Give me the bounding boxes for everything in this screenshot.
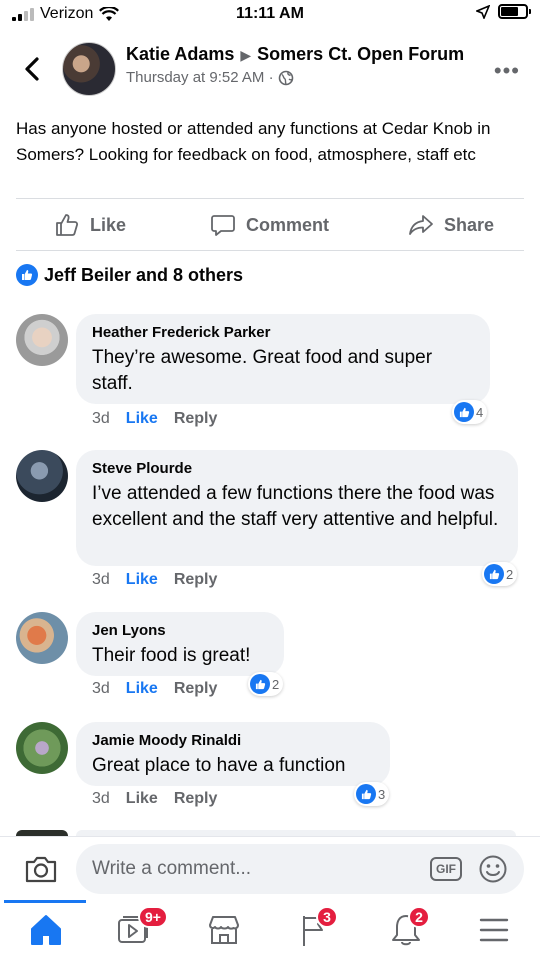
- globe-icon: [278, 70, 293, 85]
- reactions-text: Jeff Beiler and 8 others: [44, 264, 244, 285]
- notification-badge: 9+: [138, 906, 168, 928]
- comment-reaction-count[interactable]: 2: [482, 562, 518, 586]
- post-actions: Like Comment Share: [0, 206, 540, 246]
- comment-reply-link[interactable]: Reply: [174, 790, 218, 808]
- comment-age: 3d: [92, 680, 110, 697]
- comment-composer: GIF: [0, 836, 540, 900]
- post-header: Katie Adams ▶ Somers Ct. Open Forum Thursd…: [0, 36, 540, 102]
- reaction-count: 2: [506, 566, 514, 582]
- reaction-count: 4: [476, 404, 484, 420]
- commenter-avatar[interactable]: [16, 450, 68, 502]
- author-name[interactable]: Katie Adams: [126, 44, 234, 64]
- share-button[interactable]: Share: [408, 212, 494, 238]
- clock: 11:11 AM: [236, 5, 304, 22]
- group-name[interactable]: Somers Ct. Open Forum: [257, 44, 464, 64]
- triangle-right-icon: ▶: [240, 47, 252, 63]
- divider: [16, 250, 524, 251]
- location-arrow-icon: [476, 4, 490, 19]
- battery-icon: [498, 4, 531, 19]
- comment-age: 3d: [92, 410, 110, 427]
- comment-like-link[interactable]: Like: [126, 680, 158, 698]
- comment-like-link[interactable]: Like: [126, 410, 158, 428]
- commenter-avatar[interactable]: [16, 314, 68, 366]
- comment-like-link[interactable]: Like: [126, 571, 158, 589]
- bottom-tab-bar: 9+ 3 2: [0, 900, 540, 960]
- comment-button[interactable]: Comment: [210, 212, 329, 238]
- commenter-avatar[interactable]: [16, 722, 68, 774]
- comment-bubble: Jamie Moody Rinaldi Great place to have …: [76, 722, 390, 786]
- comment-reaction-count[interactable]: 3: [354, 782, 390, 806]
- comment-text: Great place to have a function: [92, 755, 346, 776]
- reactions-summary[interactable]: Jeff Beiler and 8 others: [16, 264, 243, 286]
- comment-age: 3d: [92, 571, 110, 588]
- like-reaction-icon: [356, 784, 376, 804]
- comment-bubble-icon: [211, 215, 235, 236]
- comment-reaction-count[interactable]: 4: [452, 400, 488, 424]
- camera-icon[interactable]: [24, 853, 58, 885]
- comment-like-link[interactable]: Like: [126, 790, 158, 808]
- more-options-icon[interactable]: •••: [494, 58, 520, 84]
- back-arrow-icon[interactable]: [20, 54, 46, 84]
- watch-tab[interactable]: 9+: [114, 906, 168, 950]
- home-icon[interactable]: [26, 910, 66, 950]
- marketplace-icon[interactable]: [204, 910, 244, 950]
- comment-reply-link[interactable]: Reply: [174, 680, 218, 698]
- comment-reaction-count[interactable]: 2: [248, 672, 284, 696]
- thumbs-up-icon: [56, 214, 79, 236]
- like-reaction-icon: [454, 402, 474, 422]
- like-button[interactable]: Like: [54, 212, 126, 238]
- comment-label: Comment: [246, 214, 330, 235]
- reaction-count: 2: [272, 676, 280, 692]
- requests-tab[interactable]: 3: [294, 906, 338, 950]
- author-avatar[interactable]: [62, 42, 116, 96]
- like-label: Like: [90, 214, 127, 235]
- comment-meta: 3d Like Reply: [92, 790, 217, 808]
- reaction-count: 3: [378, 786, 386, 802]
- notification-badge: 2: [408, 906, 430, 928]
- comment-input[interactable]: [92, 844, 412, 894]
- commenter-name[interactable]: Heather Frederick Parker: [92, 324, 474, 341]
- commenter-name[interactable]: Steve Plourde: [92, 460, 502, 477]
- comment-text: Their food is great!: [92, 645, 251, 666]
- like-reaction-icon: [484, 564, 504, 584]
- post-body: Has anyone hosted or attended any functi…: [16, 119, 491, 164]
- comment-text: I’ve attended a few functions there the …: [92, 483, 499, 530]
- like-reaction-icon: [16, 264, 38, 286]
- gif-button[interactable]: GIF: [430, 857, 462, 881]
- status-bar: Verizon 11:11 AM: [0, 0, 540, 30]
- comment-meta: 3d Like Reply: [92, 571, 217, 589]
- commenter-name[interactable]: Jen Lyons: [92, 622, 268, 639]
- emoji-icon[interactable]: [478, 854, 508, 884]
- comment-bubble: Jen Lyons Their food is great!: [76, 612, 284, 676]
- divider: [16, 198, 524, 199]
- notification-badge: 3: [316, 906, 338, 928]
- menu-icon[interactable]: [474, 910, 514, 950]
- notifications-tab[interactable]: 2: [386, 906, 430, 950]
- commenter-name[interactable]: Jamie Moody Rinaldi: [92, 732, 374, 749]
- comment-bubble: Steve Plourde I’ve attended a few functi…: [76, 450, 518, 566]
- comment-meta: 3d Like Reply: [92, 410, 217, 428]
- comment-reply-link[interactable]: Reply: [174, 410, 218, 428]
- comment-age: 3d: [92, 790, 110, 807]
- like-reaction-icon: [250, 674, 270, 694]
- comment-bubble: Heather Frederick Parker They’re awesome…: [76, 314, 490, 404]
- comment-meta: 3d Like Reply: [92, 680, 217, 698]
- share-arrow-icon: [409, 215, 433, 235]
- comment-reply-link[interactable]: Reply: [174, 571, 218, 589]
- post-title: Katie Adams ▶ Somers Ct. Open Forum: [126, 44, 464, 65]
- comment-input-container: GIF: [76, 844, 524, 894]
- active-tab-indicator: [4, 900, 86, 903]
- post-subtitle: Thursday at 9:52 AM ·: [126, 69, 464, 86]
- share-label: Share: [444, 214, 495, 235]
- commenter-avatar[interactable]: [16, 612, 68, 664]
- comment-text: They’re awesome. Great food and super st…: [92, 347, 433, 394]
- post-timestamp[interactable]: Thursday at 9:52 AM ·: [126, 69, 274, 86]
